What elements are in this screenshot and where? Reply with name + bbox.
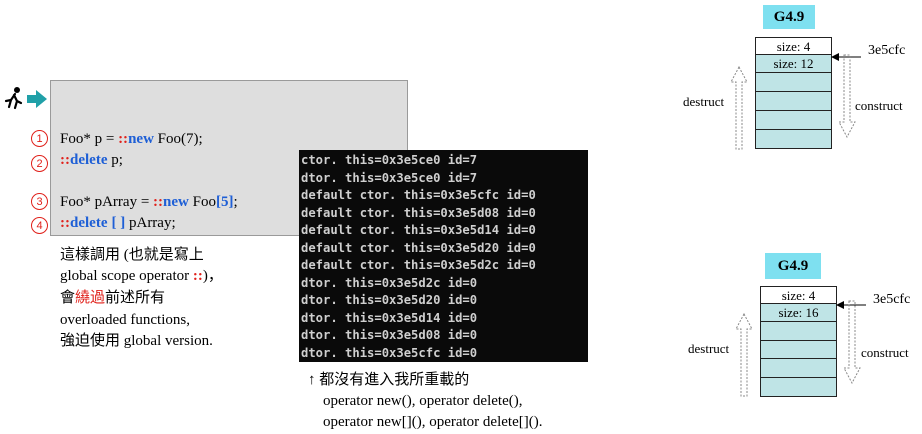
code-line-3: Foo* pArray = ::new Foo[5];: [60, 193, 238, 211]
code-text: Foo* pArray =: [60, 194, 154, 210]
note-line-3: operator new[](), operator delete[]().: [323, 414, 543, 430]
console-line: dtor. this=0x3e5ce0 id=7: [301, 170, 478, 185]
array-bracket: [ ]: [111, 215, 126, 231]
object-cell: [756, 73, 831, 92]
object-cell: [756, 92, 831, 111]
diagram-2-destruct-label: destruct: [688, 341, 730, 356]
code-text: Foo* p =: [60, 131, 119, 147]
object-cell: [761, 359, 836, 378]
console-line: dtor. this=0x3e5d20 id=0: [301, 293, 478, 307]
diagram-2-memory-block: size: 4 size: 16: [760, 286, 837, 397]
explanation-text: 會: [60, 290, 76, 306]
code-line-4: ::delete[ ] pArray;: [60, 214, 176, 232]
keyword: new: [128, 131, 154, 147]
destruct-up-arrow: [735, 312, 753, 397]
console-line: dtor. this=0x3e5cfc id=0: [301, 345, 478, 360]
scope-operator: ::: [118, 131, 129, 147]
explanation-line-1: 這樣調用 (也就是寫上: [60, 247, 204, 263]
console-line: default ctor. this=0x3e5d14 id=0: [301, 223, 536, 237]
diagram-1-destruct-label: destruct: [683, 94, 725, 109]
console-output: ctor. this=0x3e5ce0 id=7 dtor. this=0x3e…: [299, 150, 588, 362]
note-line-2: operator new(), operator delete(),: [323, 393, 523, 409]
console-line: default ctor. this=0x3e5d2c id=0: [301, 258, 536, 272]
code-text: Foo(7);: [153, 131, 203, 147]
object-cell: [761, 322, 836, 341]
diagram-1-address: 3e5cfc: [868, 43, 906, 58]
object-cell: [756, 111, 831, 130]
explanation-text: 前述所有: [105, 290, 166, 306]
scope-operator: ::: [153, 194, 164, 210]
keyword: new: [163, 194, 189, 210]
scope-operator: ::: [60, 152, 70, 168]
diagram-2-address: 3e5cfc: [873, 292, 911, 307]
step-number-4: 4: [31, 217, 48, 234]
explanation-line-3: 會繞過前述所有: [60, 288, 165, 308]
code-line-2: ::delete p;: [60, 151, 123, 169]
code-text: Foo: [188, 194, 216, 210]
diagram-2-title: G4.9: [765, 253, 821, 279]
step-number-3: 3: [31, 193, 48, 210]
code-text: pArray;: [125, 215, 176, 231]
construct-down-arrow: [843, 300, 861, 385]
console-line: dtor. this=0x3e5d08 id=0: [301, 328, 478, 342]
step-number-2: 2: [31, 155, 48, 172]
console-line: dtor. this=0x3e5d14 id=0: [301, 310, 478, 325]
console-line: default ctor. this=0x3e5cfc id=0: [301, 188, 536, 202]
console-line: default ctor. this=0x3e5d20 id=0: [301, 240, 536, 255]
code-line-1: Foo* p = ::new Foo(7);: [60, 130, 203, 148]
keyword: delete: [70, 152, 108, 168]
console-line: dtor. this=0x3e5d2c id=0: [301, 275, 478, 290]
size-count-cell: size: 16: [761, 304, 836, 322]
explanation-text: )，: [202, 268, 223, 284]
step-number-1: 1: [31, 130, 48, 147]
size-header-cell: size: 4: [756, 38, 831, 55]
code-text: p;: [107, 152, 123, 168]
diagram-1-title: G4.9: [763, 5, 815, 29]
pointer-arrow-icon: [27, 90, 47, 108]
explanation-line-5: 強迫使用 global version.: [60, 333, 213, 349]
diagram-2-construct-label: construct: [861, 345, 909, 360]
object-cell: [761, 341, 836, 359]
size-count-cell: size: 12: [756, 55, 831, 73]
note-line-1: ↑ 都沒有進入我所重載的: [308, 372, 470, 388]
explanation-text: global scope operator: [60, 268, 193, 284]
object-cell: [756, 130, 831, 148]
array-bracket: [5]: [215, 194, 234, 210]
console-line: default ctor. this=0x3e5d08 id=0: [301, 205, 536, 220]
emphasis-text: 繞過: [75, 290, 106, 306]
console-line: ctor. this=0x3e5ce0 id=7: [301, 153, 478, 167]
runner-icon: [3, 86, 25, 110]
scope-operator: ::: [60, 215, 70, 231]
construct-down-arrow: [838, 54, 856, 139]
size-header-cell: size: 4: [761, 287, 836, 304]
explanation-line-2: global scope operator ::)，: [60, 266, 223, 286]
scope-operator: ::: [192, 268, 203, 284]
destruct-up-arrow: [730, 65, 748, 150]
object-cell: [761, 378, 836, 396]
explanation-line-4: overloaded functions,: [60, 312, 190, 328]
code-text: ;: [233, 194, 238, 210]
keyword: delete: [70, 215, 108, 231]
diagram-1-construct-label: construct: [855, 98, 903, 113]
diagram-1-memory-block: size: 4 size: 12: [755, 37, 832, 149]
